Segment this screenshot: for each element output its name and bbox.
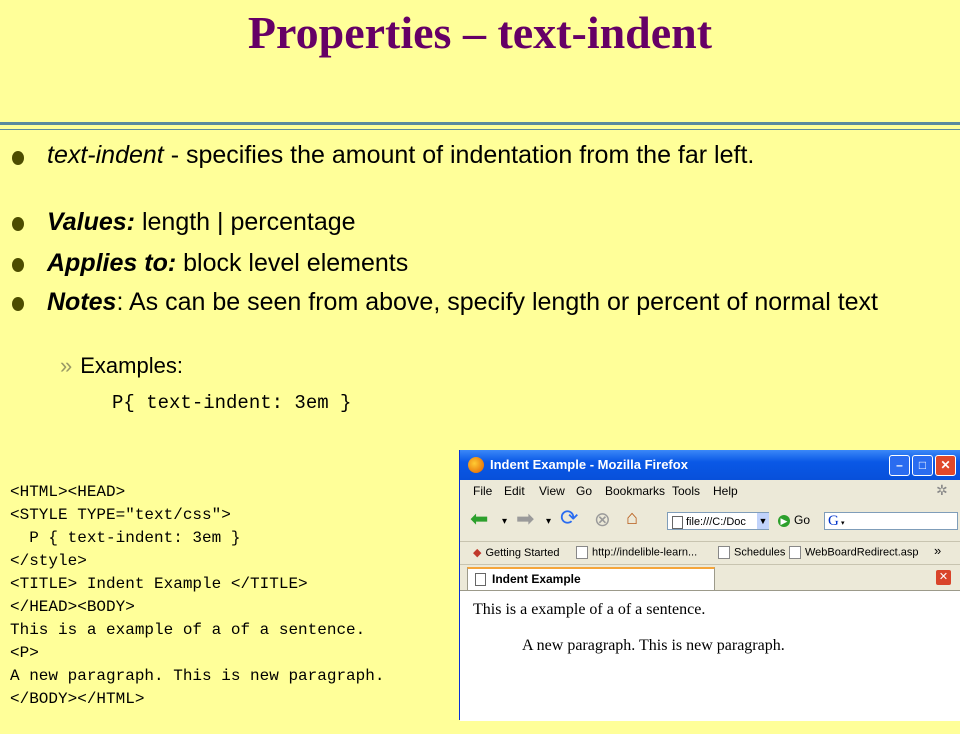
reload-icon[interactable]: ⟳ xyxy=(560,505,578,531)
home-icon[interactable]: ⌂ xyxy=(626,507,638,530)
bullet-text: Notes: As can be seen from above, specif… xyxy=(47,288,947,316)
page-icon xyxy=(672,516,683,529)
title-divider xyxy=(0,122,960,125)
maximize-button[interactable]: □ xyxy=(912,455,933,476)
bookmarks-more-chevron[interactable]: » xyxy=(934,543,941,558)
forward-arrow-icon[interactable]: ➡ xyxy=(516,506,534,532)
bookmarks-toolbar: ◆ Getting Started http://indelible-learn.… xyxy=(460,541,960,564)
bullet-dot xyxy=(12,258,24,272)
bullet-term: Values: xyxy=(47,208,136,236)
close-window-button[interactable]: ✕ xyxy=(935,455,956,476)
sub-bullet-arrow: » xyxy=(60,353,73,378)
go-button[interactable]: ▶ Go xyxy=(778,513,810,527)
bullet-desc: block level elements xyxy=(176,249,409,277)
go-arrow-icon: ▶ xyxy=(778,514,790,527)
forward-dropdown-icon[interactable]: ▾ xyxy=(546,516,551,527)
go-label: Go xyxy=(794,513,811,527)
sub-bullet-examples: » Examples: xyxy=(60,353,183,379)
menu-view[interactable]: View xyxy=(539,484,565,498)
page-icon xyxy=(475,573,486,586)
bullet-text: text-indent - specifies the amount of in… xyxy=(47,141,947,169)
html-code-listing: <HTML><HEAD> <STYLE TYPE="text/css"> P { … xyxy=(10,458,384,734)
back-dropdown-icon[interactable]: ▾ xyxy=(502,516,507,527)
stop-icon[interactable]: ⊗ xyxy=(594,507,611,532)
page-content: This is a example of a of a sentence. A … xyxy=(460,590,960,721)
bookmark-getting-started[interactable]: ◆ Getting Started xyxy=(473,546,559,559)
bullet-term: Notes xyxy=(47,288,117,316)
page-icon xyxy=(576,546,588,559)
menu-go[interactable]: Go xyxy=(576,484,592,498)
firefox-window: Indent Example - Mozilla Firefox – □ ✕ F… xyxy=(459,450,960,721)
code-line: </style> xyxy=(10,552,87,570)
bullet-desc: : As can be seen from above, specify len… xyxy=(116,288,878,316)
paragraph-2: A new paragraph. This is new paragraph. xyxy=(522,637,785,654)
bookmark-schedules[interactable]: Schedules xyxy=(718,546,785,559)
menu-bookmarks[interactable]: Bookmarks xyxy=(605,484,665,498)
bookmark-label: WebBoardRedirect.asp xyxy=(805,546,919,559)
css-example: P{ text-indent: 3em } xyxy=(112,392,352,414)
page-icon xyxy=(718,546,730,559)
code-line: <STYLE TYPE="text/css"> xyxy=(10,506,231,524)
code-line: P { text-indent: 3em } xyxy=(10,529,241,547)
bullet-dot xyxy=(12,217,24,231)
bookmark-indelible[interactable]: http://indelible-learn... xyxy=(576,546,697,559)
code-line: This is a example of a of a sentence. xyxy=(10,621,366,639)
bookmark-label: http://indelible-learn... xyxy=(592,546,698,559)
url-text: file:///C:/Doc xyxy=(686,516,746,528)
code-line: <P> xyxy=(10,644,39,662)
bullet-desc: length | percentage xyxy=(135,208,356,236)
minimize-button[interactable]: – xyxy=(889,455,910,476)
menu-tools[interactable]: Tools xyxy=(672,484,700,498)
tab-indent-example[interactable]: Indent Example xyxy=(467,567,715,591)
code-line: A new paragraph. This is new paragraph. xyxy=(10,667,385,685)
navigation-toolbar: ⬅ ▾ ➡ ▾ ⟳ ⊗ ⌂ file:///C:/Doc ▼ ▶ Go G ▾ xyxy=(460,502,960,540)
menu-bar: File Edit View Go Bookmarks Tools Help ✲ xyxy=(460,480,960,502)
paragraph-1: This is a example of a of a sentence. xyxy=(473,601,706,618)
throbber-icon: ✲ xyxy=(936,482,948,498)
page-icon xyxy=(789,546,801,559)
bookmark-label: Schedules xyxy=(734,546,786,559)
window-title: Indent Example - Mozilla Firefox xyxy=(490,457,688,472)
url-dropdown-icon[interactable]: ▼ xyxy=(757,513,769,529)
bullet-term: text-indent xyxy=(47,141,164,169)
menu-file[interactable]: File xyxy=(473,484,492,498)
bullet-text: Values: length | percentage xyxy=(47,208,947,236)
bullet-dot xyxy=(12,297,24,311)
close-tab-icon[interactable]: ✕ xyxy=(936,570,951,585)
tab-bar: Indent Example ✕ xyxy=(460,564,960,591)
bullet-term: Applies to: xyxy=(47,249,177,277)
bookmark-red-icon: ◆ xyxy=(473,547,482,559)
search-engine-dropdown-icon[interactable]: ▾ xyxy=(841,519,845,527)
code-line: <TITLE> Indent Example </TITLE> xyxy=(10,575,308,593)
bullet-dot xyxy=(12,151,24,165)
menu-help[interactable]: Help xyxy=(713,484,738,498)
window-titlebar[interactable]: Indent Example - Mozilla Firefox – □ ✕ xyxy=(460,450,960,480)
firefox-icon xyxy=(468,457,484,473)
url-input[interactable]: file:///C:/Doc xyxy=(667,512,769,530)
slide-title: Properties – text-indent xyxy=(247,7,713,58)
google-search-icon: G xyxy=(828,513,839,529)
bookmark-webboard[interactable]: WebBoardRedirect.asp xyxy=(789,546,919,559)
bullet-desc: - specifies the amount of indentation fr… xyxy=(163,141,755,169)
sub-bullet-label: Examples: xyxy=(80,353,183,378)
back-arrow-icon[interactable]: ⬅ xyxy=(470,506,488,532)
bookmark-label: Getting Started xyxy=(485,547,560,559)
tab-label: Indent Example xyxy=(492,572,581,586)
code-line: </BODY></HTML> xyxy=(10,690,145,708)
menu-edit[interactable]: Edit xyxy=(504,484,525,498)
code-line: <HTML><HEAD> xyxy=(10,483,126,501)
title-divider-thin xyxy=(0,129,960,130)
search-input[interactable]: G ▾ xyxy=(824,512,958,530)
code-line: </HEAD><BODY> xyxy=(10,598,135,616)
bullet-text: Applies to: block level elements xyxy=(47,249,947,277)
